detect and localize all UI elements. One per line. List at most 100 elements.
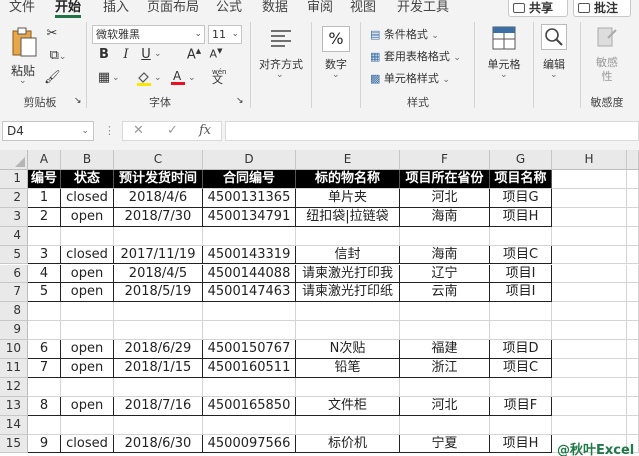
column-header-H[interactable]: H	[552, 150, 627, 170]
table-cell[interactable]	[400, 302, 490, 322]
table-cell[interactable]	[627, 226, 639, 246]
row-header[interactable]: 3	[0, 207, 28, 227]
column-header-F[interactable]: F	[400, 150, 490, 170]
table-cell[interactable]: 请柬激光打印我	[296, 264, 400, 284]
table-cell[interactable]: 2018/7/30	[114, 207, 203, 227]
font-launcher-icon[interactable]: ↘	[236, 96, 244, 106]
table-cell[interactable]	[400, 377, 490, 397]
table-cell[interactable]: 河北	[400, 396, 490, 416]
table-cell[interactable]: 4500134791	[203, 207, 296, 227]
table-cell[interactable]: open	[61, 264, 114, 284]
table-cell[interactable]	[552, 188, 627, 208]
table-cell[interactable]: closed	[61, 188, 114, 208]
table-cell[interactable]: 项目G	[490, 188, 552, 208]
table-cell[interactable]	[114, 377, 203, 397]
table-cell[interactable]: 2018/7/16	[114, 396, 203, 416]
fill-color-button[interactable]	[136, 70, 152, 90]
table-cell[interactable]: 信封	[296, 245, 400, 265]
table-cell[interactable]	[552, 245, 627, 265]
table-cell[interactable]: 项目D	[490, 340, 552, 359]
format-painter-button[interactable]: 🖌	[44, 70, 61, 85]
table-cell[interactable]: 4500131365	[203, 188, 296, 208]
table-cell[interactable]: 2018/5/19	[114, 283, 203, 303]
table-cell[interactable]: 项目C	[490, 359, 552, 378]
editing-button[interactable]	[541, 24, 567, 50]
table-cell[interactable]	[61, 226, 114, 246]
table-cell[interactable]	[203, 302, 296, 322]
table-cell[interactable]: 2	[28, 207, 61, 227]
table-cell[interactable]: 标价机	[296, 434, 400, 454]
table-cell[interactable]: 4500144088	[203, 264, 296, 284]
paste-button[interactable]: 粘贴 ⌄	[8, 26, 38, 88]
tab-2[interactable]: 插入	[103, 0, 129, 18]
cancel-icon[interactable]: ✕	[133, 123, 144, 138]
font-name-dropdown[interactable]: 微软雅黑 ⌄	[92, 25, 205, 44]
table-cell[interactable]	[61, 415, 114, 435]
cell-styles-button[interactable]: ▩ 单元格样式 ⌄	[370, 70, 450, 86]
worksheet-grid[interactable]: A B C D E F G H 1 编号 状态 预计发货时间 合同编号 标的物名称 项目所在省份 项目名称 2 1…	[0, 150, 639, 456]
table-cell[interactable]: open	[61, 396, 114, 416]
conditional-format-button[interactable]: ▤ 条件格式 ⌄	[370, 26, 439, 42]
table-cell[interactable]	[552, 226, 627, 246]
header-cell[interactable]: 状态	[61, 170, 114, 189]
table-cell[interactable]	[28, 321, 61, 341]
table-cell[interactable]: open	[61, 207, 114, 227]
share-button[interactable]: 共享	[508, 0, 568, 17]
table-cell[interactable]	[400, 415, 490, 435]
table-cell[interactable]	[61, 377, 114, 397]
comment-button[interactable]: 批注	[573, 0, 631, 17]
row-header[interactable]: 8	[0, 302, 28, 322]
header-cell[interactable]	[552, 170, 627, 189]
row-header[interactable]: 6	[0, 264, 28, 284]
table-cell[interactable]	[627, 170, 639, 189]
table-cell[interactable]	[490, 302, 552, 322]
table-cell[interactable]	[490, 415, 552, 435]
table-cell[interactable]	[552, 207, 627, 227]
table-cell[interactable]: 海南	[400, 207, 490, 227]
column-header-D[interactable]: D	[203, 150, 296, 170]
table-cell[interactable]	[552, 340, 627, 359]
table-cell[interactable]	[296, 302, 400, 322]
table-cell[interactable]	[28, 415, 61, 435]
format-as-table-button[interactable]: ▦ 套用表格格式 ⌄	[370, 48, 461, 64]
table-cell[interactable]	[552, 283, 627, 303]
table-cell[interactable]	[552, 359, 627, 378]
increase-font-button[interactable]: A▲	[186, 47, 202, 62]
header-cell[interactable]: 项目名称	[490, 170, 552, 189]
header-cell[interactable]: 项目所在省份	[400, 170, 490, 189]
header-cell[interactable]: 预计发货时间	[114, 170, 203, 189]
table-cell[interactable]	[627, 415, 639, 435]
header-cell[interactable]: 编号	[28, 170, 61, 189]
font-color-button[interactable]: A	[170, 68, 186, 90]
bold-button[interactable]: B	[96, 47, 112, 62]
table-cell[interactable]	[296, 321, 400, 341]
table-cell[interactable]	[28, 302, 61, 322]
table-cell[interactable]	[296, 415, 400, 435]
table-cell[interactable]: 9	[28, 434, 61, 454]
table-cell[interactable]: 项目I	[490, 264, 552, 284]
table-cell[interactable]	[296, 377, 400, 397]
table-cell[interactable]: 浙江	[400, 359, 490, 378]
table-cell[interactable]	[114, 321, 203, 341]
confirm-icon[interactable]: ✓	[167, 123, 178, 138]
header-cell[interactable]: 合同编号	[203, 170, 296, 189]
row-header[interactable]: 14	[0, 415, 28, 435]
table-cell[interactable]: 项目I	[490, 283, 552, 303]
table-cell[interactable]: N次贴	[296, 340, 400, 359]
table-cell[interactable]: 宁夏	[400, 434, 490, 454]
table-cell[interactable]: 文件柜	[296, 396, 400, 416]
table-cell[interactable]: 2017/11/19	[114, 245, 203, 265]
column-header-B[interactable]: B	[61, 150, 114, 170]
row-header[interactable]: 15	[0, 434, 28, 454]
name-box[interactable]: D4 ⌄	[2, 121, 94, 141]
table-cell[interactable]: 4500165850	[203, 396, 296, 416]
row-header[interactable]: 11	[0, 359, 28, 378]
table-cell[interactable]: 4500150767	[203, 340, 296, 359]
table-cell[interactable]	[552, 377, 627, 397]
table-cell[interactable]	[627, 188, 639, 208]
row-header[interactable]: 13	[0, 396, 28, 416]
table-cell[interactable]: 辽宁	[400, 264, 490, 284]
table-cell[interactable]	[490, 321, 552, 341]
table-cell[interactable]: 1	[28, 188, 61, 208]
table-cell[interactable]: 2018/4/5	[114, 264, 203, 284]
